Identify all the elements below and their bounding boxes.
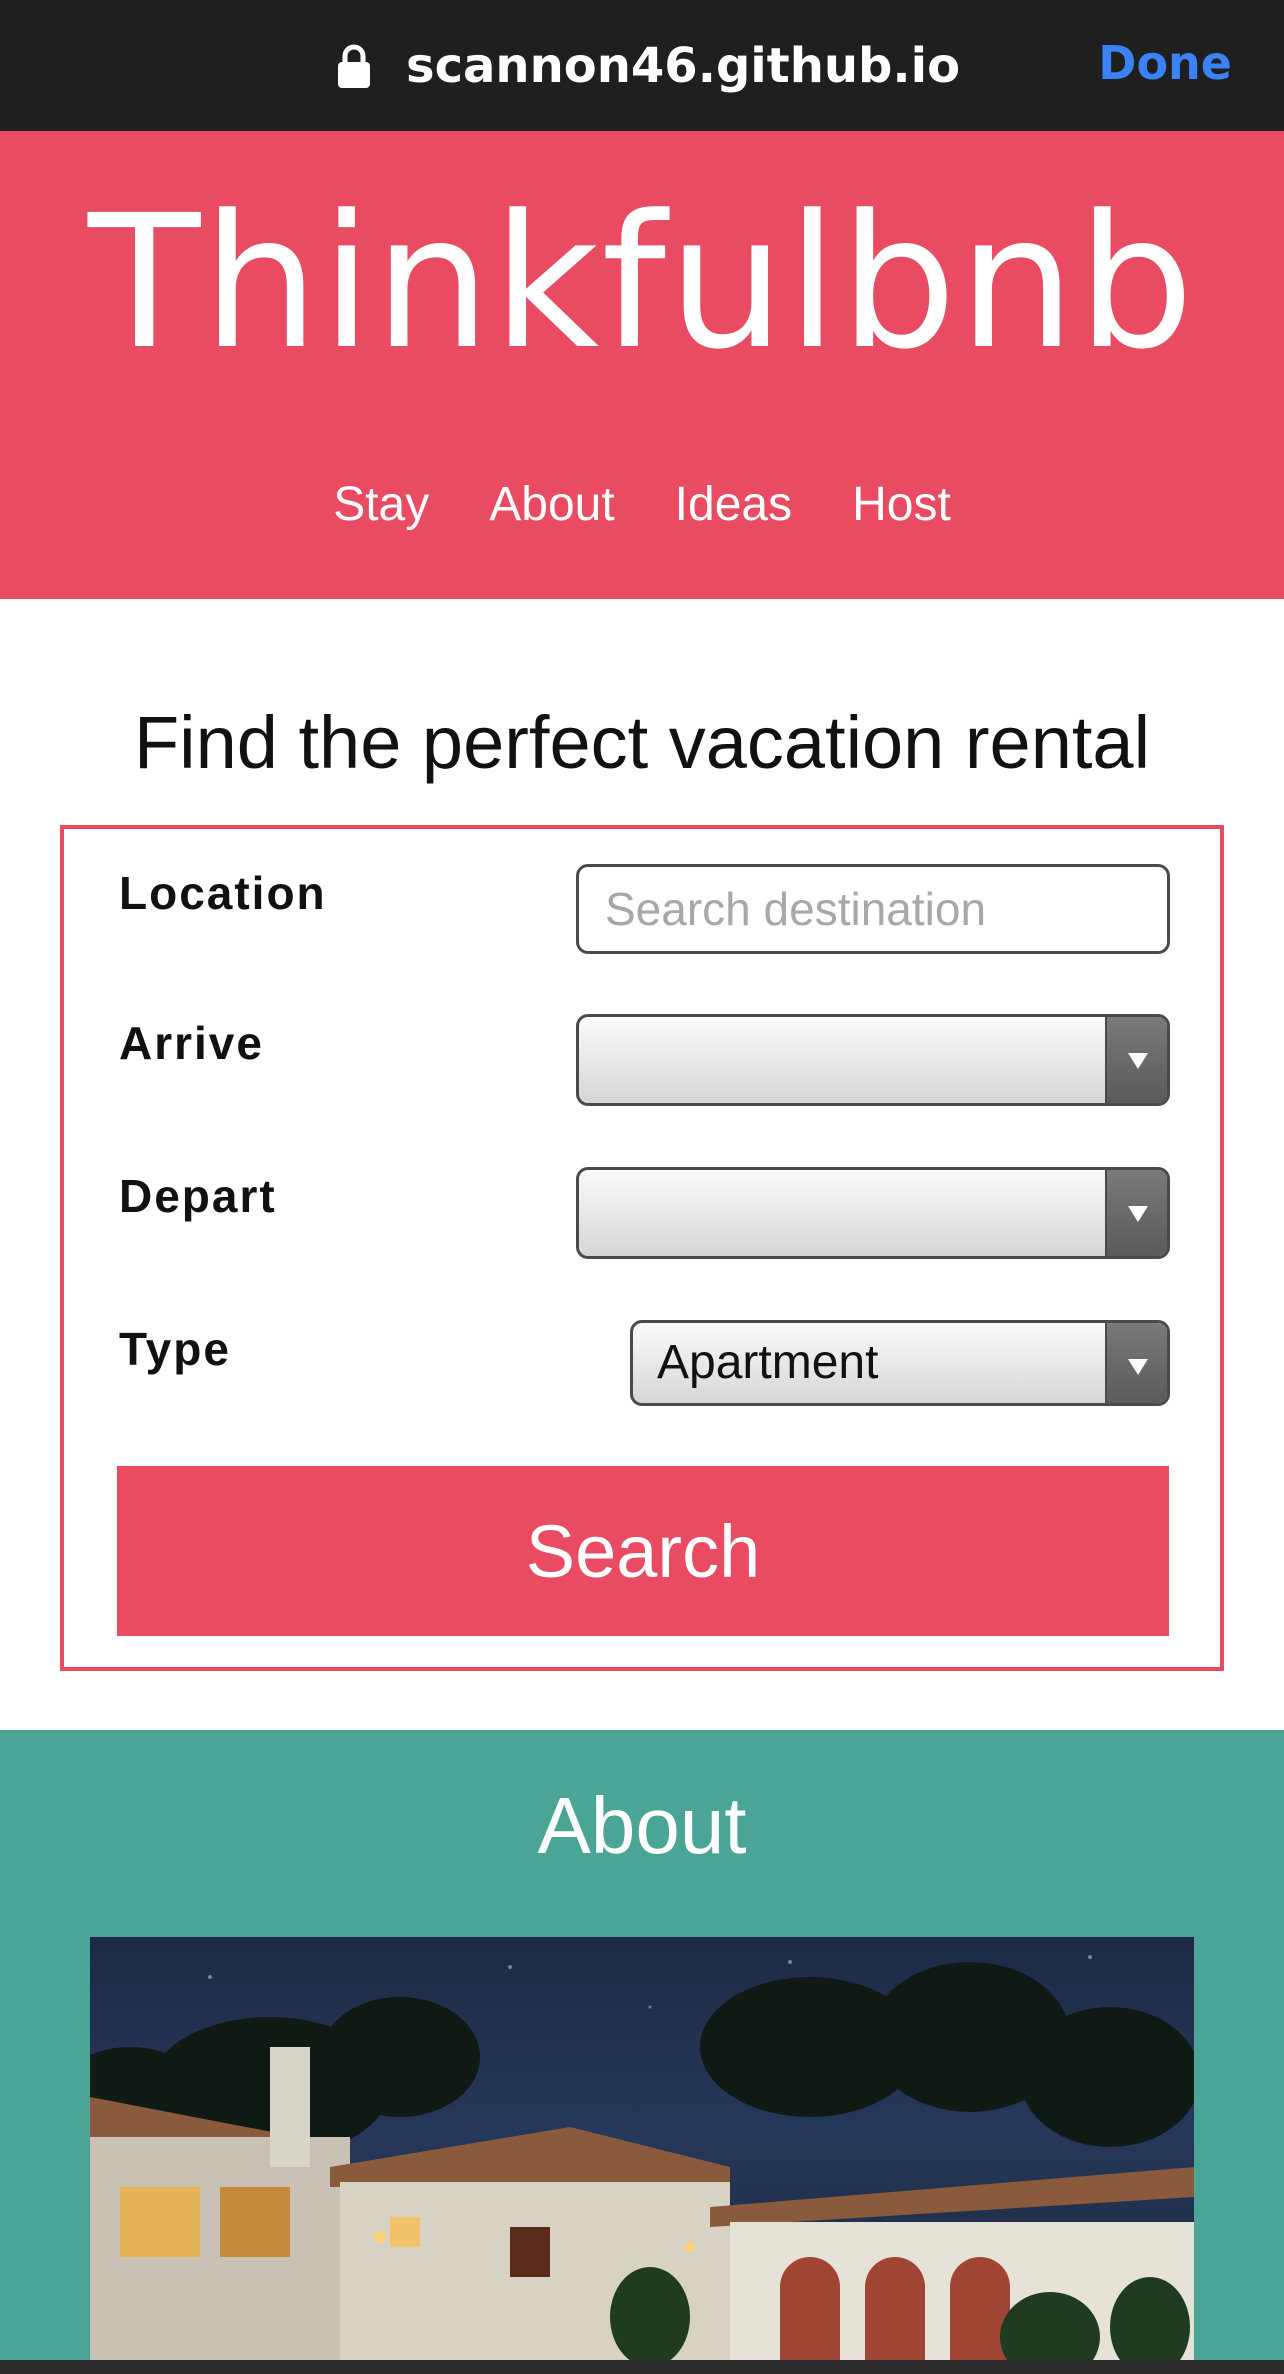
nav-item-about[interactable]: About: [489, 477, 614, 532]
search-button[interactable]: Search: [117, 1466, 1169, 1636]
type-label: Type: [119, 1323, 231, 1375]
search-title: Find the perfect vacation rental: [133, 701, 1151, 784]
depart-select[interactable]: [576, 1167, 1170, 1259]
site-header: Thinkfulbnb Stay About Ideas Host: [0, 131, 1284, 599]
villa-illustration: [90, 1955, 1194, 2374]
chevron-down-icon: [1105, 1323, 1167, 1403]
arrive-label: Arrive: [119, 1017, 264, 1069]
browser-bar: scannon46.github.io Done: [0, 0, 1284, 131]
about-section: About: [0, 1730, 1284, 2374]
nav-item-ideas[interactable]: Ideas: [675, 477, 792, 532]
bottom-toolbar-edge: [0, 2360, 1284, 2374]
nav-item-host[interactable]: Host: [852, 477, 951, 532]
lock-icon: [336, 43, 372, 89]
chevron-down-icon: [1105, 1170, 1167, 1256]
depart-label: Depart: [119, 1170, 277, 1222]
address-bar[interactable]: scannon46.github.io: [336, 30, 960, 102]
done-button[interactable]: Done: [1098, 36, 1232, 90]
url-text: scannon46.github.io: [406, 38, 961, 94]
chevron-down-icon: [1105, 1017, 1167, 1103]
main-nav: Stay About Ideas Host: [0, 477, 1284, 532]
villa-photo: [90, 1937, 1194, 2374]
type-select[interactable]: Apartment: [630, 1320, 1170, 1406]
site-logo[interactable]: Thinkfulbnb: [0, 183, 1284, 383]
about-title: About: [537, 1781, 747, 1870]
arrive-select[interactable]: [576, 1014, 1170, 1106]
type-select-value: Apartment: [657, 1336, 879, 1389]
location-label: Location: [119, 867, 327, 919]
location-input[interactable]: [576, 864, 1170, 954]
search-form: Location Arrive Depart Type Apartment Se…: [60, 825, 1224, 1671]
nav-item-stay[interactable]: Stay: [333, 477, 429, 532]
